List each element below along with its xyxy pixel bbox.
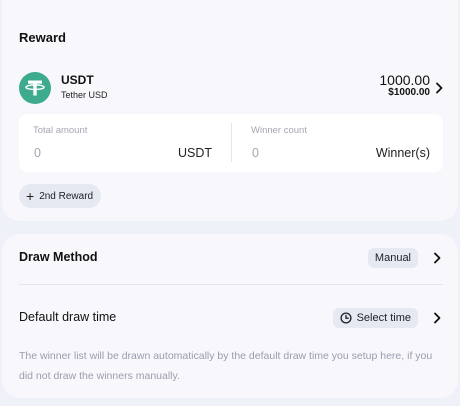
chevron-right-icon	[434, 312, 441, 324]
select-time-button[interactable]: Select time	[332, 308, 418, 328]
reward-card: Reward USDT Tether USD 1000.00 $1000.00 …	[2, 0, 458, 221]
field-divider	[231, 123, 232, 162]
add-second-reward-button[interactable]: + 2nd Reward	[19, 184, 102, 208]
draw-method-label: Draw Method	[19, 250, 98, 264]
default-draw-time-label: Default draw time	[19, 310, 117, 324]
tether-logo-icon	[19, 72, 51, 104]
plus-icon: +	[26, 188, 35, 204]
draw-method-value: Manual	[367, 248, 418, 268]
token-selector[interactable]: USDT Tether USD 1000.00 $1000.00	[19, 72, 443, 104]
row-divider	[19, 284, 443, 285]
winner-count-unit: Winner(s)	[375, 146, 430, 160]
clock-icon	[340, 312, 352, 324]
select-time-label: Select time	[356, 312, 411, 324]
total-amount-unit: USDT	[177, 146, 212, 160]
chevron-right-icon	[434, 252, 441, 264]
token-usd-value: $1000.00	[388, 87, 430, 98]
total-amount-input[interactable]: 0	[34, 146, 41, 160]
token-amount: 1000.00	[379, 72, 430, 88]
winner-count-label: Winner count	[251, 125, 307, 136]
token-symbol: USDT	[61, 73, 94, 87]
reward-inputs: Total amount 0 USDT Winner count 0 Winne…	[19, 114, 443, 172]
total-amount-label: Total amount	[33, 125, 88, 136]
draw-time-note: The winner list will be drawn automatica…	[19, 350, 433, 382]
chevron-right-icon	[436, 82, 443, 94]
winner-count-input[interactable]: 0	[252, 146, 259, 160]
reward-title: Reward	[19, 30, 66, 45]
add-reward-label: 2nd Reward	[39, 190, 94, 202]
token-name: Tether USD	[61, 90, 108, 100]
draw-card: Draw Method Manual Default draw time Sel…	[2, 234, 458, 398]
